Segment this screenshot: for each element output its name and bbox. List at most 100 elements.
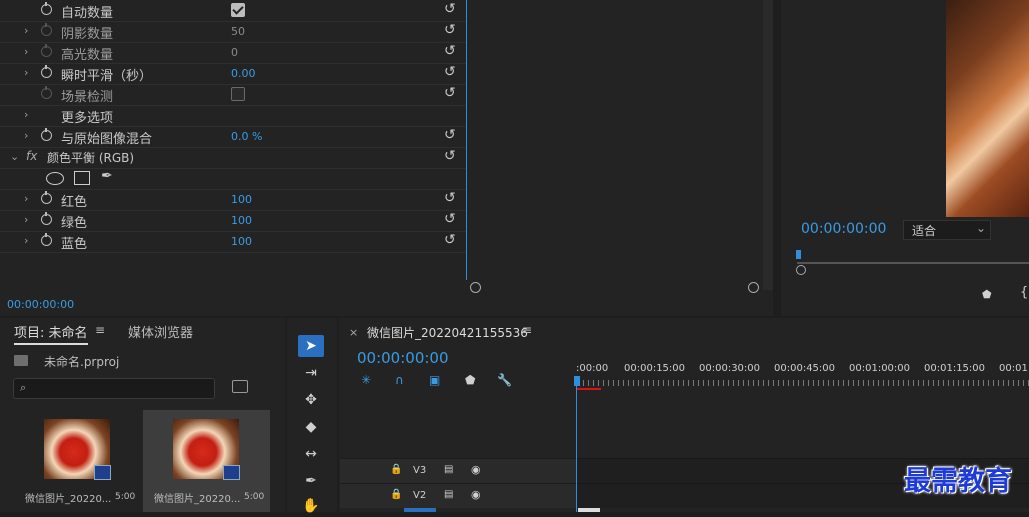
project-search-input[interactable] <box>13 378 215 399</box>
pen-mask-icon[interactable]: ✒ <box>101 168 113 184</box>
linked-selection-icon[interactable]: ▣ <box>429 373 440 387</box>
chevron-icon[interactable]: › <box>24 129 28 142</box>
eye-icon[interactable]: ◉ <box>471 488 481 501</box>
eye-icon[interactable]: ◉ <box>471 463 481 476</box>
effect-playhead[interactable] <box>466 0 467 280</box>
chevron-icon[interactable]: › <box>24 45 28 58</box>
effect-property-value[interactable]: 100 <box>231 193 252 206</box>
effect-row[interactable]: ✒ <box>0 168 466 190</box>
track-select-tool-icon[interactable]: ⇥ <box>298 362 324 384</box>
sync-lock-icon[interactable]: ▤ <box>444 489 453 500</box>
chevron-icon[interactable]: › <box>24 192 28 205</box>
effect-property-value[interactable]: 0 <box>231 46 238 59</box>
stopwatch-icon[interactable] <box>41 65 52 78</box>
reset-icon[interactable]: ↺ <box>444 232 456 248</box>
stopwatch-icon[interactable] <box>41 233 52 246</box>
chevron-icon[interactable]: › <box>24 66 28 79</box>
effect-row[interactable]: ⌄ fx 颜色平衡 (RGB) ↺ <box>0 147 466 169</box>
fx-icon[interactable]: fx <box>26 149 37 163</box>
hand-tool-icon[interactable]: ✋ <box>298 495 324 517</box>
monitor-time-ruler[interactable] <box>797 262 1029 264</box>
effect-row[interactable]: › 红色 100 ↺ <box>0 189 466 211</box>
track-target-v1[interactable] <box>404 508 436 512</box>
track-header-v2[interactable] <box>340 483 576 508</box>
stopwatch-icon[interactable] <box>41 23 52 36</box>
timeline-playhead-handle[interactable] <box>574 376 580 386</box>
stopwatch-icon[interactable] <box>41 2 52 15</box>
razor-tool-icon[interactable]: ◆ <box>298 416 324 438</box>
wrench-settings-icon[interactable]: 🔧 <box>497 373 512 387</box>
new-search-bin-icon[interactable] <box>232 380 248 393</box>
clip-on-v1[interactable] <box>578 508 600 512</box>
project-item[interactable]: 微信图片_20220... 5:00 <box>14 410 141 512</box>
chevron-icon[interactable]: › <box>24 213 28 226</box>
stopwatch-icon[interactable] <box>41 86 52 99</box>
rectangle-mask-icon[interactable] <box>74 171 90 185</box>
sync-lock-icon[interactable]: ▤ <box>444 464 453 475</box>
nest-toggle-icon[interactable]: ✳ <box>361 373 371 387</box>
chevron-icon[interactable]: › <box>24 234 28 247</box>
tab-project[interactable]: 项目: 未命名 <box>14 322 88 345</box>
ripple-edit-tool-icon[interactable]: ✥ <box>298 389 324 411</box>
project-item-selected[interactable]: 微信图片_20220... 5:00 <box>143 410 270 512</box>
stopwatch-icon[interactable] <box>41 44 52 57</box>
chevron-icon[interactable]: › <box>24 108 28 121</box>
effect-row[interactable]: 自动数量 ↺ <box>0 0 466 22</box>
monitor-playhead[interactable] <box>796 250 801 259</box>
effect-keyframe-area[interactable] <box>466 0 763 290</box>
stopwatch-icon[interactable] <box>41 128 52 141</box>
lock-icon[interactable]: 🔒 <box>390 464 402 475</box>
reset-icon[interactable]: ↺ <box>444 85 456 101</box>
reset-icon[interactable]: ↺ <box>444 211 456 227</box>
snap-magnet-icon[interactable]: ∩ <box>395 373 404 387</box>
effect-row[interactable]: › 高光数量 0 ↺ <box>0 42 466 64</box>
reset-icon[interactable]: ↺ <box>444 148 456 164</box>
effect-property-value[interactable]: 100 <box>231 214 252 227</box>
add-marker-icon[interactable]: ⬟ <box>465 373 475 387</box>
timeline-ruler[interactable]: :00:00 00:00:15:00 00:00:30:00 00:00:45:… <box>576 360 1029 392</box>
reset-icon[interactable]: ↺ <box>444 43 456 59</box>
zoom-fit-select[interactable]: 适合 ⌄ <box>903 220 991 240</box>
checkbox[interactable] <box>231 3 245 17</box>
reset-icon[interactable]: ↺ <box>444 127 456 143</box>
sequence-menu-icon[interactable]: ≡ <box>522 323 532 337</box>
work-area-bar[interactable] <box>577 388 601 390</box>
reset-icon[interactable]: ↺ <box>444 64 456 80</box>
slip-tool-icon[interactable]: ↔ <box>298 443 324 465</box>
scroll-handle-left[interactable] <box>470 282 481 293</box>
close-icon[interactable]: × <box>349 326 358 339</box>
effect-row[interactable]: › 瞬时平滑（秒） 0.00 ↺ <box>0 63 466 85</box>
effect-property-value[interactable]: 100 <box>231 235 252 248</box>
effect-row[interactable]: › 绿色 100 ↺ <box>0 210 466 232</box>
project-menu-icon[interactable]: ≡ <box>95 323 105 337</box>
lock-icon[interactable]: 🔒 <box>390 489 402 500</box>
effects-scrollbar[interactable] <box>763 0 773 290</box>
stopwatch-icon[interactable] <box>41 191 52 204</box>
effect-property-value[interactable]: 0.00 <box>231 67 256 80</box>
sequence-tab[interactable]: 微信图片_20220421155536 <box>367 324 528 341</box>
effect-property-value[interactable]: 50 <box>231 25 245 38</box>
stopwatch-icon[interactable] <box>41 212 52 225</box>
tab-media-browser[interactable]: 媒体浏览器 <box>128 322 193 341</box>
chevron-icon[interactable]: ⌄ <box>10 150 19 163</box>
pen-tool-icon[interactable]: ✒ <box>298 470 324 492</box>
effect-row[interactable]: › 蓝色 100 ↺ <box>0 231 466 253</box>
chevron-icon[interactable]: › <box>24 24 28 37</box>
reset-icon[interactable]: ↺ <box>444 190 456 206</box>
ellipse-mask-icon[interactable] <box>46 172 64 185</box>
checkbox[interactable] <box>231 87 245 101</box>
effect-property-value[interactable]: 0.0 % <box>231 130 262 143</box>
reset-icon[interactable]: ↺ <box>444 22 456 38</box>
timeline-timecode[interactable]: 00:00:00:00 <box>357 349 449 367</box>
monitor-timecode[interactable]: 00:00:00:00 <box>801 221 886 237</box>
effect-row[interactable]: › 更多选项 <box>0 105 466 127</box>
add-marker-icon[interactable]: ⬟ <box>982 288 992 301</box>
selection-tool-icon[interactable]: ➤ <box>298 335 324 357</box>
monitor-zoom-handle[interactable] <box>796 265 806 275</box>
effect-row[interactable]: 场景检测 ↺ <box>0 84 466 106</box>
track-header-v3[interactable] <box>340 458 576 483</box>
effect-row[interactable]: › 与原始图像混合 0.0 % ↺ <box>0 126 466 148</box>
mark-in-icon[interactable]: { <box>1020 285 1028 300</box>
scroll-handle-right[interactable] <box>748 282 759 293</box>
reset-icon[interactable]: ↺ <box>444 1 456 17</box>
